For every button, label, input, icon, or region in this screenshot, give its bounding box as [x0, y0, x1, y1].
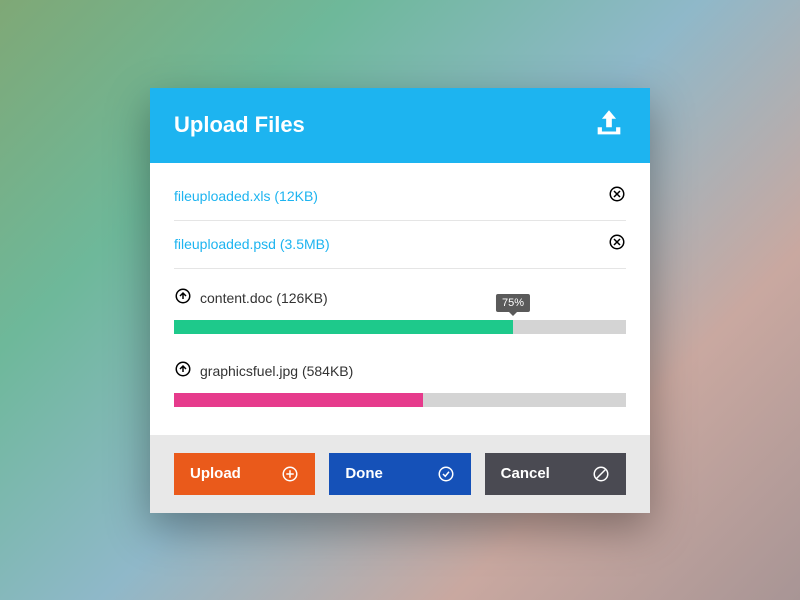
completed-file-row: fileuploaded.psd (3.5MB) [174, 221, 626, 269]
progress-fill [174, 393, 423, 407]
upload-button[interactable]: Upload [174, 453, 315, 495]
modal-footer: Upload Done Cancel [150, 435, 650, 513]
cancel-button[interactable]: Cancel [485, 453, 626, 495]
remove-file-icon[interactable] [608, 185, 626, 208]
button-label: Upload [190, 465, 241, 482]
progress-bar [174, 393, 626, 407]
uploading-file-item: graphicsfuel.jpg (584KB) [174, 342, 626, 415]
upload-icon [592, 106, 626, 145]
modal-header: Upload Files [150, 88, 650, 163]
file-label: content.doc (126KB) [200, 290, 328, 306]
arrow-up-circle-icon [174, 287, 192, 310]
check-circle-icon [437, 465, 455, 483]
file-label: graphicsfuel.jpg (584KB) [200, 363, 353, 379]
done-button[interactable]: Done [329, 453, 470, 495]
progress-bar: 75% [174, 320, 626, 334]
progress-track [174, 320, 626, 334]
progress-track [174, 393, 626, 407]
button-label: Cancel [501, 465, 550, 482]
cancel-circle-icon [592, 465, 610, 483]
modal-body: fileuploaded.xls (12KB) fileuploaded.psd… [150, 163, 650, 435]
button-label: Done [345, 465, 383, 482]
remove-file-icon[interactable] [608, 233, 626, 256]
upload-modal: Upload Files fileuploaded.xls (12KB) fil… [150, 88, 650, 513]
arrow-up-circle-icon [174, 360, 192, 383]
progress-tooltip: 75% [496, 294, 530, 312]
modal-title: Upload Files [174, 112, 305, 138]
progress-fill [174, 320, 513, 334]
completed-file-row: fileuploaded.xls (12KB) [174, 173, 626, 221]
file-label: fileuploaded.xls (12KB) [174, 188, 318, 204]
file-label: fileuploaded.psd (3.5MB) [174, 236, 330, 252]
uploading-file-item: content.doc (126KB) 75% [174, 269, 626, 342]
upload-head: content.doc (126KB) [174, 287, 626, 310]
plus-circle-icon [281, 465, 299, 483]
upload-head: graphicsfuel.jpg (584KB) [174, 360, 626, 383]
